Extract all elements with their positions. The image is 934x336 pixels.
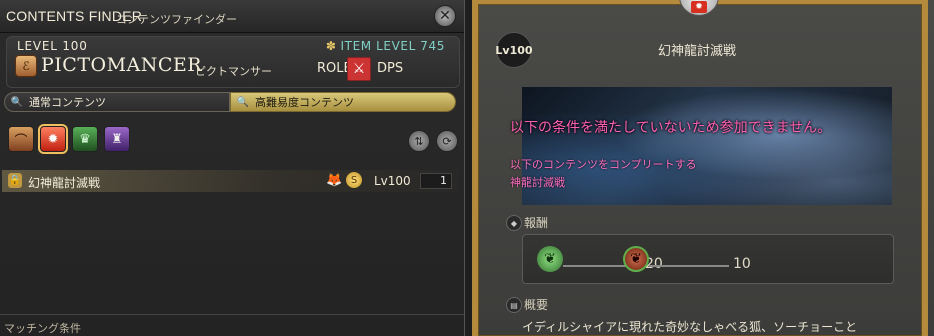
tab-label: 高難易度コンテンツ [255,96,354,109]
title-bar: CONTENTS FINDER コンテンツファインダー ✕ [0,0,464,33]
reward-section-icon: ◆ [506,215,522,231]
trial-category-icon[interactable]: ✹ [38,124,68,154]
duty-banner-image [522,87,892,205]
duty-detail-panel: ✹ Lv100 幻神龍討滅戦 以下の条件を満たしていないため参加できません。 以… [472,0,934,336]
reward-label: 報酬 [524,216,549,230]
window-title-jp: コンテンツファインダー [116,13,237,26]
reward-amount: 10 [733,256,751,272]
matching-conditions-label: マッチング条件 [4,322,81,335]
duty-list-item[interactable]: 🔒 幻神龍討滅戦 🦊 S Lv100 1 [2,170,458,192]
fox-icon: 🦊 [326,173,343,188]
summary-section-icon: ▤ [506,297,522,313]
job-info: LEVEL 100 ✽ ITEM LEVEL 745 ℰ PICTOMANCER … [6,36,460,88]
level-badge: Lv100 [495,32,533,68]
divider [0,314,464,315]
coin-icon: S [346,172,362,188]
search-icon: 🔍 [236,96,250,108]
tab-label: 通常コンテンツ [29,96,106,109]
job-name-jp: ピクトマンサー [195,65,272,78]
refresh-icon[interactable]: ⟳ [436,130,458,152]
content-tabs: 🔍 通常コンテンツ 🔍 高難易度コンテンツ [4,92,456,114]
duty-name: 幻神龍討滅戦 [28,176,101,190]
reward-box: ❦ 20 ❦ 10 [522,234,894,284]
reward-bar [649,265,729,267]
pictomancer-job-icon: ℰ [15,55,37,77]
alliance-raid-category-icon[interactable]: ♜ [104,126,130,152]
poetics-tomestone-icon[interactable]: ❦ [537,246,563,272]
tab-normal-content[interactable]: 🔍 通常コンテンツ [4,92,230,112]
role-value: DPS [377,61,404,76]
tomestone-icon[interactable]: ❦ [623,246,649,272]
requirement-detail: 以下のコンテンツをコンプリートする [510,158,697,171]
raid-category-icon[interactable]: ♛ [72,126,98,152]
item-level: ✽ ITEM LEVEL 745 [326,39,445,53]
close-icon[interactable]: ✕ [434,5,456,27]
contents-finder-panel: CONTENTS FINDER コンテンツファインダー ✕ LEVEL 100 … [0,0,465,336]
duty-level: Lv100 [374,174,411,188]
search-icon: 🔍 [10,96,24,108]
duty-title: 幻神龍討滅戦 [658,44,737,59]
job-name: PICTOMANCER [41,54,203,76]
item-level-icon: ✽ [325,39,337,53]
sort-icon[interactable]: ⇅ [408,130,430,152]
requirement-duty: 神龍討滅戦 [510,176,565,189]
duty-count: 1 [420,173,452,189]
tab-high-end-content[interactable]: 🔍 高難易度コンテンツ [230,92,456,112]
category-icons: ⌒ ✹ ♛ ♜ [8,124,130,154]
dps-role-icon: ⚔ [347,57,371,81]
summary-text: イディルシャイアに現れた奇妙なしゃべる狐、ソーチョーこと [522,320,858,334]
summary-label: 概要 [524,298,549,312]
job-level: LEVEL 100 [17,39,88,53]
dungeon-category-icon[interactable]: ⌒ [8,126,34,152]
item-level-value: ITEM LEVEL 745 [340,39,445,53]
requirement-warning: 以下の条件を満たしていないため参加できません。 [510,120,832,136]
lock-icon: 🔒 [8,173,22,188]
